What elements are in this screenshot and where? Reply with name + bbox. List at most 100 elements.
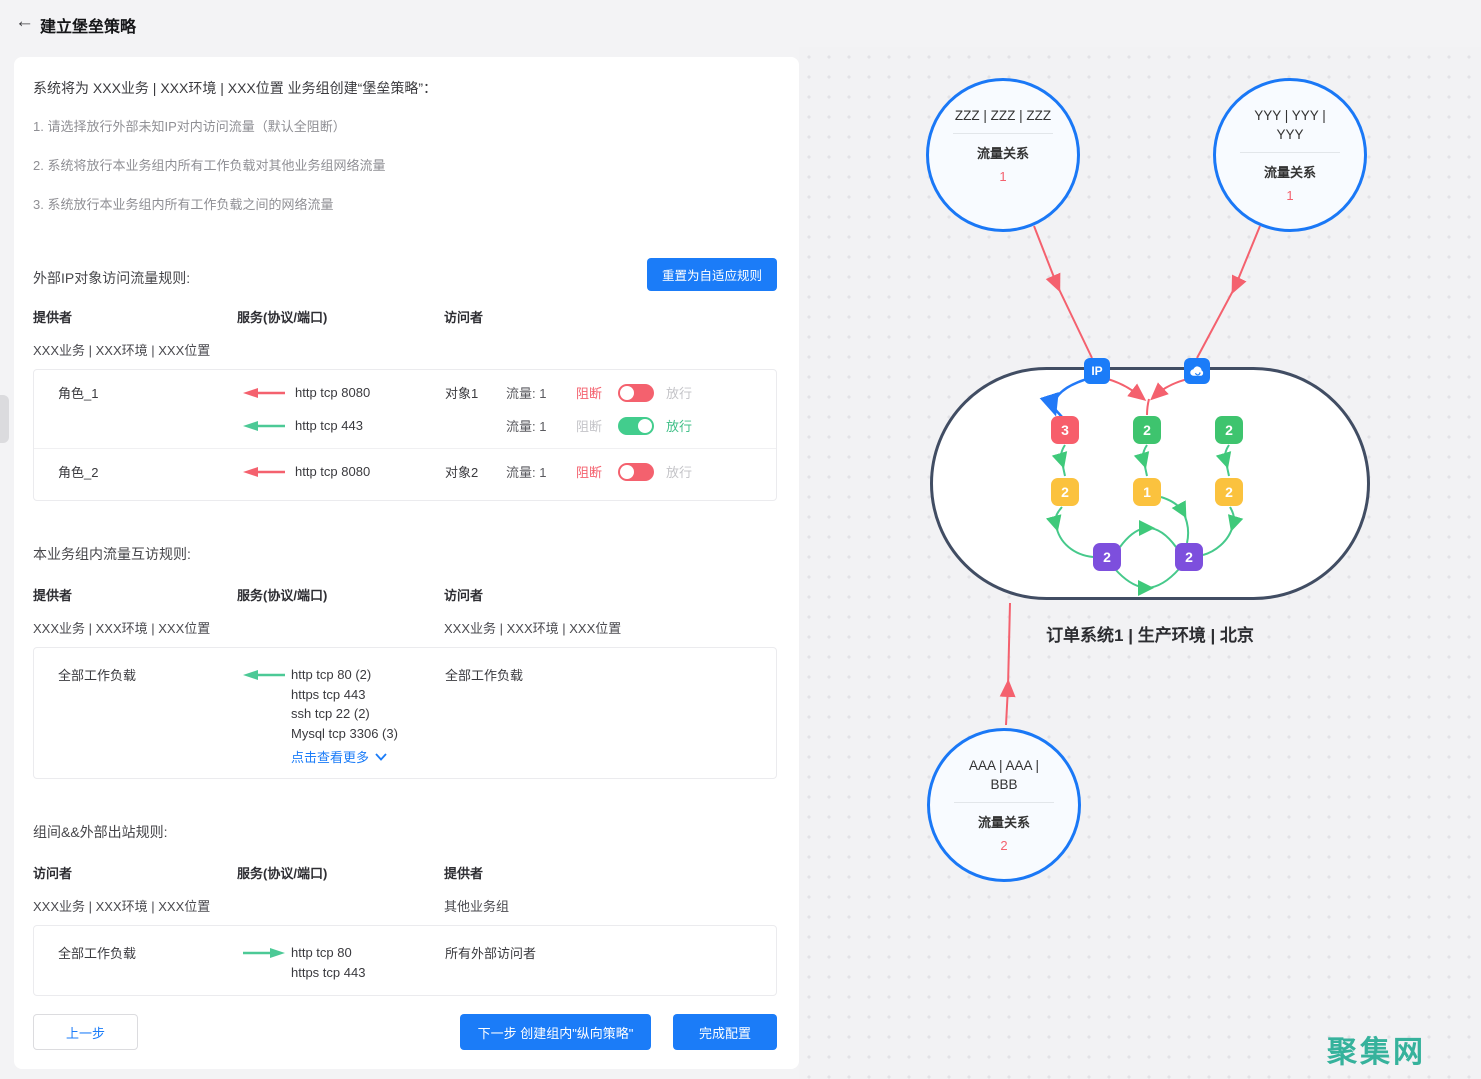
intra-rules-table: 全部工作负载 http tcp 80 (2) https tcp 443 ssh… [33,647,777,779]
next-step-button[interactable]: 下一步 创建组内"纵向策略" [460,1014,651,1050]
relation-count: 1 [929,169,1077,184]
traffic-count: 流量: 1 [506,383,576,402]
table-row: 角色_1 http tcp 8080 对象1 流量: 1 阻断 放行 [34,370,776,448]
service-cell: http tcp 80 [291,943,445,963]
intro-lead: 系统将为 XXX业务 | XXX环境 | XXX位置 业务组创建“堡垒策略”： [33,79,777,97]
table-header-row: 提供者 服务(协议/端口) 访问者 [33,307,777,326]
section-title-outbound-rules: 组间&&外部出站规则: [33,822,168,842]
group-row: XXX业务 | XXX环境 | XXX位置 其他业务组 [33,896,777,915]
page-title: 建立堡垒策略 [40,13,136,37]
block-allow-toggle[interactable] [618,384,654,402]
table-row: 全部工作负载 http tcp 80 (2) https tcp 443 ssh… [34,648,776,778]
workload-node[interactable]: 2 [1175,543,1203,571]
workload-node[interactable]: 3 [1051,416,1079,444]
relation-label: 流量关系 [929,143,1077,162]
relation-count: 2 [930,838,1078,853]
toggle-knob [620,465,634,479]
group-name: ZZZ | ZZZ | ZZZ [954,106,1052,125]
service-cell: http tcp 80 (2) [291,665,445,685]
provider-group-label: XXX业务 | XXX环境 | XXX位置 [33,618,444,637]
provider-cell: 所有外部访问者 [445,943,776,962]
ip-badge[interactable]: IP [1084,358,1110,384]
service-cell: ssh tcp 22 (2) [291,704,445,724]
external-rules-table: 角色_1 http tcp 8080 对象1 流量: 1 阻断 放行 [33,369,777,501]
view-more-label: 点击查看更多 [291,747,369,766]
intro-step: 1. 请选择放行外部未知IP对内访问流量（默认全阻断） [33,119,777,135]
block-label: 阻断 [576,383,618,402]
group-name: YYY | YYY | YYY [1241,106,1339,144]
provider-cell: 全部工作负载 [58,665,241,684]
provider-cell: 角色_1 [58,383,241,402]
block-label: 阻断 [576,416,618,435]
header-accessor: 访问者 [444,585,777,604]
arrow-left-red-icon [241,387,287,399]
arrow-right-green-icon [241,947,287,962]
view-more-link[interactable]: 点击查看更多 [291,747,445,766]
previous-step-button[interactable]: 上一步 [33,1014,138,1050]
service-cell: http tcp 443 [295,418,363,433]
scroll-handle[interactable] [0,395,9,443]
block-allow-toggle[interactable] [618,417,654,435]
divider [953,133,1053,134]
workload-node[interactable]: 2 [1093,543,1121,571]
workload-node[interactable]: 2 [1215,478,1243,506]
back-arrow-icon[interactable]: ← [15,11,34,33]
service-cell: http tcp 8080 [295,464,370,479]
header-provider: 提供者 [444,863,777,882]
arrow-left-red-icon [241,466,287,478]
provider-group-label: XXX业务 | XXX环境 | XXX位置 [33,340,444,359]
watermark: 聚集网 [1327,1027,1426,1071]
relation-label: 流量关系 [1216,162,1364,181]
allow-label: 放行 [666,462,692,481]
arrow-left-green-icon [241,669,287,684]
arrow-left-green-icon [241,420,287,432]
intro-block: 系统将为 XXX业务 | XXX环境 | XXX位置 业务组创建“堡垒策略”： … [33,79,777,236]
service-list: http tcp 80 (2) https tcp 443 ssh tcp 22… [291,665,445,743]
table-header-row: 访问者 服务(协议/端口) 提供者 [33,863,777,882]
relation-count: 1 [1216,188,1364,203]
header-service: 服务(协议/端口) [237,307,444,326]
header-accessor: 访问者 [444,307,777,326]
table-header-row: 提供者 服务(协议/端口) 访问者 [33,585,777,604]
workload-node[interactable]: 1 [1133,478,1161,506]
cloud-sync-icon[interactable] [1184,358,1210,384]
traffic-count: 流量: 1 [506,416,576,435]
service-cell: Mysql tcp 3306 (3) [291,724,445,744]
group-row: XXX业务 | XXX环境 | XXX位置 [33,340,777,359]
provider-cell: 角色_2 [58,462,241,481]
block-allow-toggle[interactable] [618,463,654,481]
group-node-zzz[interactable]: ZZZ | ZZZ | ZZZ 流量关系 1 [926,78,1080,232]
accessor-group-label: XXX业务 | XXX环境 | XXX位置 [444,618,777,637]
outbound-rules-table: 全部工作负载 http tcp 80 https tcp 443 所有外部访问者 [33,925,777,996]
workload-node[interactable]: 2 [1215,416,1243,444]
table-row: 角色_2 http tcp 8080 对象2 流量: 1 阻断 放行 [34,449,776,494]
service-list: http tcp 80 https tcp 443 [291,943,445,982]
workload-node[interactable]: 2 [1133,416,1161,444]
top-bar: ← 建立堡垒策略 [0,0,1481,47]
header-service: 服务(协议/端口) [237,585,444,604]
reset-adaptive-rules-button[interactable]: 重置为自适应规则 [647,258,777,291]
finish-config-button[interactable]: 完成配置 [673,1014,777,1050]
relation-label: 流量关系 [930,812,1078,831]
header-service: 服务(协议/端口) [237,863,444,882]
traffic-count: 流量: 1 [506,462,576,481]
accessor-cell: 全部工作负载 [58,943,241,962]
service-cell: http tcp 8080 [295,385,370,400]
divider [1240,152,1340,153]
provider-group-label: 其他业务组 [444,896,777,915]
allow-label: 放行 [666,416,692,435]
intro-step: 2. 系统将放行本业务组内所有工作负载对其他业务组网络流量 [33,158,777,174]
accessor-group-label: XXX业务 | XXX环境 | XXX位置 [33,896,444,915]
header-accessor: 访问者 [33,863,237,882]
topology-canvas[interactable]: ZZZ | ZZZ | ZZZ 流量关系 1 YYY | YYY | YYY 流… [799,47,1481,1079]
workload-node[interactable]: 2 [1051,478,1079,506]
toggle-knob [620,386,634,400]
divider [954,802,1054,803]
service-cell: https tcp 443 [291,685,445,705]
policy-wizard-panel: 系统将为 XXX业务 | XXX环境 | XXX位置 业务组创建“堡垒策略”： … [14,57,799,1069]
allow-label: 放行 [666,383,692,402]
group-name: AAA | AAA | BBB [955,756,1053,794]
table-row: 全部工作负载 http tcp 80 https tcp 443 所有外部访问者 [34,926,776,994]
group-node-aaa[interactable]: AAA | AAA | BBB 流量关系 2 [927,728,1081,882]
group-node-yyy[interactable]: YYY | YYY | YYY 流量关系 1 [1213,78,1367,232]
